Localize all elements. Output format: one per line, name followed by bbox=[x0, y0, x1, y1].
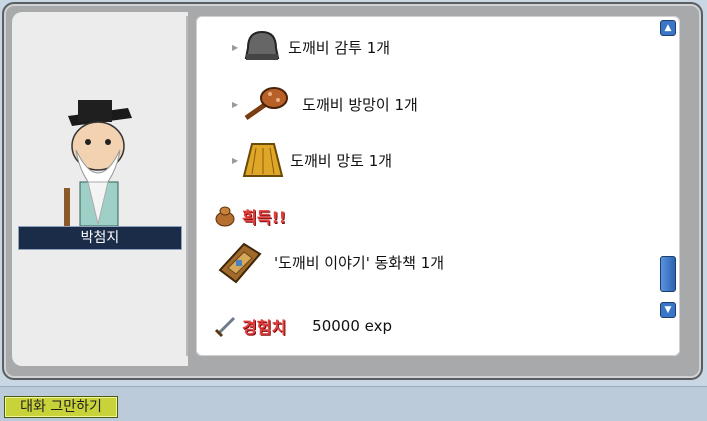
bag-icon bbox=[215, 206, 235, 227]
item-row-club: ▶ 도깨비 방망이 1개 bbox=[232, 84, 418, 124]
bullet-icon: ▶ bbox=[232, 99, 239, 109]
reward-label: 획득!! bbox=[242, 208, 287, 227]
cape-icon bbox=[242, 143, 284, 177]
exp-label: 경험치 bbox=[242, 318, 287, 337]
scroll-thumb[interactable] bbox=[660, 256, 676, 292]
exp-value: 50000 exp bbox=[312, 317, 393, 335]
dialog-content bbox=[196, 16, 680, 356]
panel-divider bbox=[186, 16, 188, 356]
end-chat-button[interactable]: 대화 그만하기 bbox=[4, 396, 118, 418]
exp-row: 경험치 50000 exp bbox=[214, 314, 392, 338]
item-label: 도깨비 망토 1개 bbox=[290, 151, 393, 170]
item-label: 도깨비 감투 1개 bbox=[288, 38, 391, 57]
helmet-icon bbox=[244, 30, 280, 60]
npc-portrait bbox=[64, 100, 132, 228]
scroll-up-button[interactable]: ▲ bbox=[660, 20, 676, 36]
scrollbar[interactable]: ▲ ▼ bbox=[660, 20, 678, 320]
book-icon bbox=[218, 242, 262, 284]
item-label: 도깨비 방망이 1개 bbox=[302, 95, 418, 114]
npc-name-tag: 박첨지 bbox=[18, 226, 182, 250]
club-icon bbox=[244, 87, 289, 121]
item-row-cape: ▶ 도깨비 망토 1개 bbox=[232, 140, 392, 180]
bullet-icon: ▶ bbox=[232, 42, 239, 52]
scroll-down-button[interactable]: ▼ bbox=[660, 302, 676, 318]
item-row-helmet: ▶ 도깨비 감투 1개 bbox=[232, 28, 390, 66]
reward-row-book: '도깨비 이야기' 동화책 1개 bbox=[214, 240, 444, 284]
reward-book-label: '도깨비 이야기' 동화책 1개 bbox=[274, 253, 445, 272]
reward-header: 획득!! bbox=[214, 204, 286, 228]
sword-icon bbox=[214, 316, 236, 338]
bullet-icon: ▶ bbox=[232, 155, 239, 165]
